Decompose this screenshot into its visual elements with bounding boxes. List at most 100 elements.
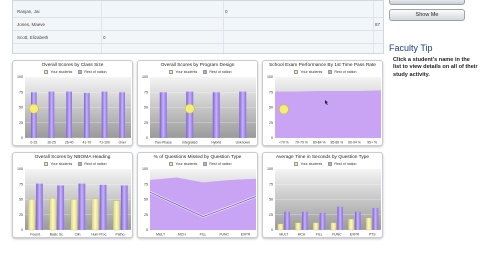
y-tick-label: 25 bbox=[19, 213, 23, 217]
x-tick-label: FUNC bbox=[332, 233, 342, 237]
chart-svg: 0 25 50 75 100 0-15 16-25 26-40 41-70 71-100 Over bbox=[17, 75, 131, 145]
bar-rest-of-nation[interactable] bbox=[36, 183, 43, 230]
value-marker-knob[interactable] bbox=[278, 104, 289, 115]
student-row[interactable]: Scott, Elizabeth 0 bbox=[13, 31, 383, 44]
x-tick-label: 95+ % bbox=[367, 141, 377, 145]
x-tick-label: PTS bbox=[369, 233, 376, 237]
x-tick-label: 90-94 % bbox=[348, 141, 361, 145]
x-tick-label: 71-100 bbox=[99, 141, 110, 145]
bar-your-students[interactable] bbox=[312, 222, 319, 231]
bar-rest-of-nation[interactable] bbox=[48, 91, 55, 138]
y-tick-label: 0 bbox=[146, 228, 148, 232]
chart-svg: 0 25 50 75 100 Two-Phase Integrated Hybrid Unkno… bbox=[142, 75, 256, 145]
y-tick-label: 25 bbox=[144, 121, 148, 125]
x-tick-label: 0-15 bbox=[30, 141, 37, 145]
bar-rest-of-nation[interactable] bbox=[239, 91, 247, 138]
y-tick-label: 100 bbox=[142, 167, 148, 171]
scroll-button[interactable] bbox=[389, 0, 465, 5]
x-tick-label: 85-89 % bbox=[331, 141, 344, 145]
bar-rest-of-nation[interactable] bbox=[337, 206, 343, 230]
bar-rest-of-nation[interactable] bbox=[355, 211, 361, 230]
x-tick-label: MCH bbox=[298, 233, 306, 237]
bar-rest-of-nation[interactable] bbox=[120, 185, 128, 230]
student-name[interactable]: Ranjan, Jai bbox=[17, 5, 40, 18]
y-tick-label: 75 bbox=[269, 182, 273, 186]
bar-rest-of-nation[interactable] bbox=[372, 208, 379, 230]
chart-svg: 0 25 50 75 100 Found. Basic Sc. Clin. Hum Proc. P… bbox=[17, 167, 131, 237]
x-tick-label: 26-40 bbox=[65, 141, 74, 145]
chart-questions-missed: % of Questions Missed by Question Type Yo… bbox=[137, 152, 258, 238]
y-tick-label: 75 bbox=[269, 90, 273, 94]
y-tick-label: 0 bbox=[271, 228, 273, 232]
y-tick-label: 100 bbox=[142, 75, 148, 79]
bar-rest-of-nation[interactable] bbox=[66, 91, 72, 138]
bar-rest-of-nation[interactable] bbox=[57, 185, 65, 230]
x-tick-label: 80-84 % bbox=[313, 141, 326, 145]
x-tick-label: FILL bbox=[316, 233, 323, 237]
chart-class-size: Overall Scores by Class Size Your student… bbox=[12, 60, 133, 146]
y-tick-label: 75 bbox=[144, 90, 148, 94]
bar-rest-of-nation[interactable] bbox=[319, 212, 326, 230]
student-score: 0 bbox=[225, 9, 228, 14]
x-tick-label: Hum Proc. bbox=[91, 233, 107, 237]
y-tick-label: 100 bbox=[17, 167, 23, 171]
y-tick-label: 50 bbox=[19, 106, 23, 110]
bar-rest-of-nation[interactable] bbox=[78, 183, 86, 230]
bar-rest-of-nation[interactable] bbox=[302, 211, 308, 230]
y-tick-label: 100 bbox=[17, 75, 23, 79]
bar-your-students[interactable] bbox=[49, 198, 57, 231]
student-row[interactable]: Ranjan, Jai 0 bbox=[13, 5, 383, 18]
x-tick-label: Clin. bbox=[75, 233, 82, 237]
bar-rest-of-nation[interactable] bbox=[84, 92, 90, 138]
student-name[interactable]: Scott, Elizabeth bbox=[17, 31, 48, 44]
bar-your-students[interactable] bbox=[91, 198, 99, 231]
bar-your-students[interactable] bbox=[330, 222, 337, 231]
y-tick-label: 0 bbox=[21, 228, 23, 232]
bar-your-students[interactable] bbox=[28, 199, 36, 231]
x-tick-label: Over bbox=[118, 141, 126, 145]
y-tick-label: 50 bbox=[144, 198, 148, 202]
y-tick-label: 25 bbox=[269, 213, 273, 217]
y-tick-label: 25 bbox=[19, 121, 23, 125]
bar-your-students[interactable] bbox=[348, 218, 355, 231]
x-tick-label: Basic Sc. bbox=[50, 233, 64, 237]
chart-nboma-heading: Overall Scores by NBOMA Heading Your stud… bbox=[12, 152, 133, 238]
show-me-button[interactable]: Show Me bbox=[389, 9, 465, 21]
bar-rest-of-nation[interactable] bbox=[99, 184, 107, 230]
bar-rest-of-nation[interactable] bbox=[119, 92, 125, 138]
bar-your-students[interactable] bbox=[70, 199, 78, 231]
bar-your-students[interactable] bbox=[277, 223, 284, 231]
bar-rest-of-nation[interactable] bbox=[159, 92, 167, 138]
y-tick-label: 25 bbox=[269, 121, 273, 125]
student-name[interactable]: Jones, Maeve bbox=[17, 18, 45, 31]
y-tick-label: 75 bbox=[19, 182, 23, 186]
x-tick-label: Patho. bbox=[115, 233, 125, 237]
x-tick-label: <70 % bbox=[279, 141, 289, 145]
bar-your-students[interactable] bbox=[365, 217, 372, 231]
y-tick-label: 75 bbox=[19, 90, 23, 94]
y-tick-label: 50 bbox=[144, 106, 148, 110]
x-tick-label: 16-25 bbox=[47, 141, 56, 145]
bar-rest-of-nation[interactable] bbox=[101, 91, 108, 138]
y-tick-label: 0 bbox=[146, 136, 148, 140]
bar-your-students[interactable] bbox=[112, 200, 121, 231]
y-tick-label: 100 bbox=[267, 167, 273, 171]
student-row[interactable]: Jones, Maeve 87 bbox=[13, 18, 383, 31]
x-tick-label: EXPR bbox=[350, 233, 360, 237]
chart-svg: 0 25 50 75 100 MULT MCH FILL FUNC EXPR PTS bbox=[267, 167, 381, 237]
x-tick-label: MCH bbox=[178, 233, 186, 237]
bar-rest-of-nation[interactable] bbox=[212, 92, 220, 138]
bar-your-students[interactable] bbox=[295, 222, 302, 231]
bar-rest-of-nation[interactable] bbox=[31, 92, 37, 138]
bar-rest-of-nation[interactable] bbox=[186, 91, 194, 138]
area-rest-of-nation[interactable] bbox=[275, 90, 381, 138]
x-tick-label: FILL bbox=[200, 233, 207, 237]
bar-rest-of-nation[interactable] bbox=[284, 211, 290, 230]
y-tick-label: 75 bbox=[144, 182, 148, 186]
faculty-tip-title: Faculty Tip bbox=[389, 43, 433, 53]
value-marker-knob[interactable] bbox=[184, 103, 195, 114]
chart-program-design: Overall Scores by Program Design Your stu… bbox=[137, 60, 258, 146]
chart-svg: 0 25 50 75 100 MULT MCH FILL FUNC EXPR bbox=[142, 167, 257, 237]
y-tick-label: 100 bbox=[267, 75, 273, 79]
value-marker-knob[interactable] bbox=[28, 103, 39, 114]
